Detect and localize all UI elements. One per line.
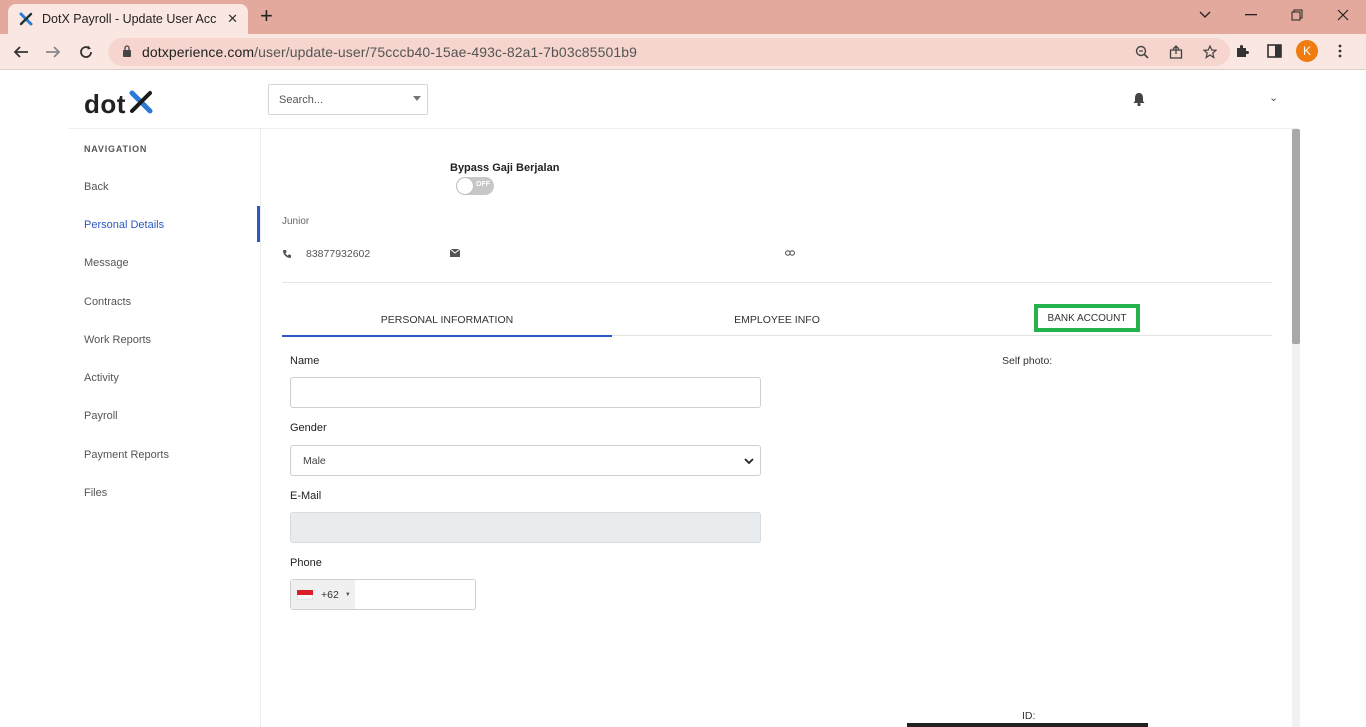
phone-contact: 83877932602 xyxy=(282,248,370,260)
sidebar-item-work-reports[interactable]: Work Reports xyxy=(84,334,151,346)
reload-icon[interactable] xyxy=(74,40,98,64)
bypass-toggle[interactable]: OFF xyxy=(456,177,494,195)
sidebar-item-back[interactable]: Back xyxy=(84,181,108,193)
tab-bank-account[interactable]: BANK ACCOUNT xyxy=(1034,304,1140,332)
new-tab-icon[interactable]: + xyxy=(260,5,273,27)
dotx-logo[interactable]: dot xyxy=(84,89,154,120)
bypass-label: Bypass Gaji Berjalan xyxy=(450,162,560,174)
sidebar: NAVIGATION Back Personal Details Message… xyxy=(68,129,261,727)
sidebar-item-payroll[interactable]: Payroll xyxy=(84,410,118,422)
toggle-knob xyxy=(457,178,473,194)
logo-x-icon xyxy=(128,89,154,120)
sidebar-item-activity[interactable]: Activity xyxy=(84,372,119,384)
chevron-down-icon xyxy=(744,456,754,466)
logo-text: dot xyxy=(84,89,126,119)
link-icon xyxy=(785,248,795,258)
phone-input-group: +62 ▼ xyxy=(290,579,476,610)
search-select[interactable]: Search... xyxy=(268,84,428,115)
employee-role: Junior xyxy=(282,216,310,227)
back-arrow-icon[interactable] xyxy=(9,40,33,64)
phone-label: Phone xyxy=(290,557,322,569)
phone-icon xyxy=(282,249,292,259)
url-text: dotxperience.com/user/update-user/75cccb… xyxy=(142,44,638,60)
address-bar[interactable]: dotxperience.com/user/update-user/75cccb… xyxy=(108,38,1230,66)
sidebar-item-contracts[interactable]: Contracts xyxy=(84,296,131,308)
close-tab-icon[interactable]: ✕ xyxy=(227,11,238,27)
caret-down-icon: ▼ xyxy=(344,591,351,598)
country-dial-code: +62 xyxy=(321,588,339,601)
caret-down-icon xyxy=(413,94,421,103)
name-label: Name xyxy=(290,355,320,367)
browser-tab-title: DotX Payroll - Update User Account xyxy=(42,12,217,26)
share-icon[interactable] xyxy=(1166,42,1186,62)
envelope-icon xyxy=(450,248,460,258)
minimize-icon[interactable] xyxy=(1228,0,1274,30)
profile-avatar[interactable]: K xyxy=(1296,40,1318,62)
close-window-icon[interactable] xyxy=(1320,0,1366,30)
phone-input[interactable] xyxy=(355,580,475,609)
email-label: E-Mail xyxy=(290,490,322,502)
scrollbar-thumb[interactable] xyxy=(1292,129,1300,344)
nav-title: NAVIGATION xyxy=(84,144,148,154)
sidebar-item-message[interactable]: Message xyxy=(84,257,129,269)
gender-label: Gender xyxy=(290,422,327,434)
browser-toolbar: dotxperience.com/user/update-user/75cccb… xyxy=(0,34,1366,70)
side-panel-icon[interactable] xyxy=(1264,40,1284,62)
tab-search-icon[interactable] xyxy=(1182,0,1228,30)
bookmark-star-icon[interactable] xyxy=(1200,42,1220,62)
sidebar-item-files[interactable]: Files xyxy=(84,487,107,499)
page-scrollbar[interactable] xyxy=(1292,129,1300,727)
browser-tab-strip: DotX Payroll - Update User Account ✕ + xyxy=(0,0,1366,34)
bell-icon[interactable] xyxy=(1131,91,1147,107)
email-contact xyxy=(450,248,474,258)
id-photo-label: ID: xyxy=(1022,710,1036,722)
sidebar-item-personal-details[interactable]: Personal Details xyxy=(84,219,164,231)
gender-selected-value: Male xyxy=(303,454,326,467)
kebab-menu-icon[interactable] xyxy=(1330,40,1350,62)
dotx-favicon-icon xyxy=(18,11,34,27)
forward-arrow-icon[interactable] xyxy=(41,40,65,64)
gender-select[interactable]: Male xyxy=(290,445,761,476)
lock-icon xyxy=(122,44,132,60)
browser-tab[interactable]: DotX Payroll - Update User Account ✕ xyxy=(8,4,248,34)
phone-number: 83877932602 xyxy=(306,248,371,260)
link-contact xyxy=(785,248,809,258)
search-placeholder: Search... xyxy=(279,93,324,106)
extensions-puzzle-icon[interactable] xyxy=(1232,40,1252,62)
window-controls xyxy=(1182,0,1366,30)
tab-personal-information[interactable]: PERSONAL INFORMATION xyxy=(282,304,612,337)
main-content: Bypass Gaji Berjalan OFF Junior 83877932… xyxy=(262,129,1292,727)
self-photo-label: Self photo: xyxy=(1002,355,1053,367)
id-photo-preview xyxy=(907,723,1148,727)
sidebar-item-payment-reports[interactable]: Payment Reports xyxy=(84,449,169,461)
email-input xyxy=(290,512,761,543)
name-input[interactable] xyxy=(290,377,761,408)
country-code-selector[interactable]: +62 ▼ xyxy=(291,580,355,609)
indonesia-flag-icon xyxy=(297,589,313,600)
active-nav-indicator xyxy=(257,206,260,242)
profile-divider xyxy=(282,282,1272,283)
toggle-state-text: OFF xyxy=(476,181,490,188)
tab-employee-info[interactable]: EMPLOYEE INFO xyxy=(612,304,942,336)
user-menu-chevron-icon[interactable]: ⌄ xyxy=(1269,91,1278,104)
zoom-icon[interactable] xyxy=(1132,42,1152,62)
app-root: dot Search... ⌄ NAVIGATION Back Personal… xyxy=(0,71,1366,727)
restore-icon[interactable] xyxy=(1274,0,1320,30)
